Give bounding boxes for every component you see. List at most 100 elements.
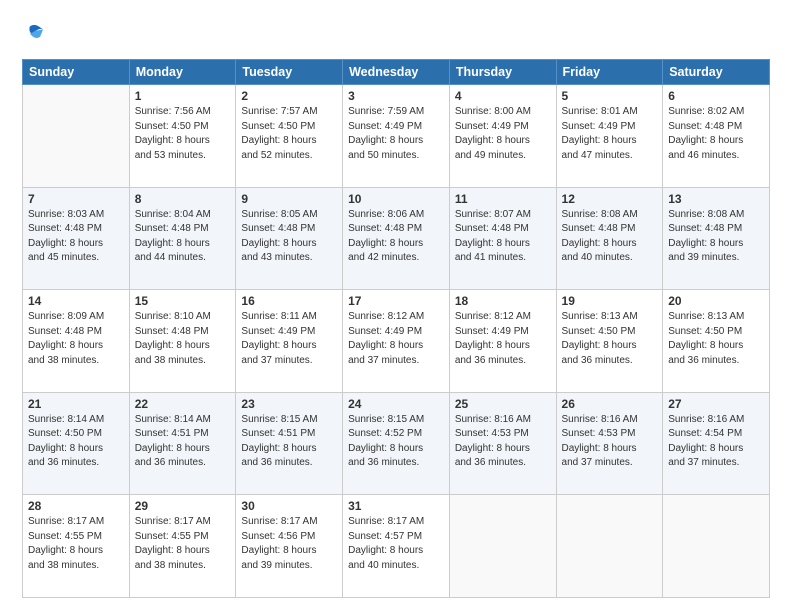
calendar-cell: 7Sunrise: 8:03 AMSunset: 4:48 PMDaylight… [23, 187, 130, 290]
calendar-header-row: SundayMondayTuesdayWednesdayThursdayFrid… [23, 60, 770, 85]
calendar-cell: 4 Sunrise: 8:00 AMSunset: 4:49 PMDaylight… [449, 85, 556, 188]
calendar-cell: 10 Sunrise: 8:06 AMSunset: 4:48 PMDayligh… [343, 187, 450, 290]
day-number: 24 [348, 397, 444, 411]
cell-content: Sunrise: 8:03 AMSunset: 4:48 PMDaylight:… [28, 208, 124, 266]
day-number: 28 [28, 499, 124, 513]
cell-content: Sunrise: 8:15 AMSunset: 4:51 PMDaylight:… [241, 413, 337, 471]
calendar-cell: 24 Sunrise: 8:15 AMSunset: 4:52 PMDayligh… [343, 392, 450, 495]
calendar-week-4: 21 Sunrise: 8:14 AMSunset: 4:50 PMDayligh… [23, 392, 770, 495]
cell-content: Sunrise: 8:12 AMSunset: 4:49 PMDaylight:… [455, 310, 551, 368]
calendar-cell: 15 Sunrise: 8:10 AMSunset: 4:48 PMDayligh… [129, 290, 236, 393]
day-number: 29 [135, 499, 231, 513]
calendar-cell: 6 Sunrise: 8:02 AMSunset: 4:48 PMDaylight… [663, 85, 770, 188]
calendar-week-3: 14Sunrise: 8:09 AMSunset: 4:48 PMDayligh… [23, 290, 770, 393]
day-number: 19 [562, 294, 658, 308]
day-number: 25 [455, 397, 551, 411]
day-number: 31 [348, 499, 444, 513]
cell-content: Sunrise: 7:56 AMSunset: 4:50 PMDaylight:… [135, 105, 231, 163]
calendar-cell: 18 Sunrise: 8:12 AMSunset: 4:49 PMDayligh… [449, 290, 556, 393]
calendar-cell: 31 Sunrise: 8:17 AMSunset: 4:57 PMDayligh… [343, 495, 450, 598]
cell-content: Sunrise: 8:05 AMSunset: 4:48 PMDaylight:… [241, 208, 337, 266]
day-number: 26 [562, 397, 658, 411]
calendar-cell [23, 85, 130, 188]
day-number: 18 [455, 294, 551, 308]
logo [22, 22, 46, 49]
day-number: 8 [135, 192, 231, 206]
cell-content: Sunrise: 8:16 AMSunset: 4:53 PMDaylight:… [562, 413, 658, 471]
calendar-table: SundayMondayTuesdayWednesdayThursdayFrid… [22, 59, 770, 598]
day-number: 17 [348, 294, 444, 308]
day-number: 1 [135, 89, 231, 103]
cell-content: Sunrise: 7:57 AMSunset: 4:50 PMDaylight:… [241, 105, 337, 163]
calendar-cell: 16 Sunrise: 8:11 AMSunset: 4:49 PMDayligh… [236, 290, 343, 393]
cell-content: Sunrise: 8:10 AMSunset: 4:48 PMDaylight:… [135, 310, 231, 368]
calendar-cell: 25Sunrise: 8:16 AMSunset: 4:53 PMDayligh… [449, 392, 556, 495]
cell-content: Sunrise: 8:11 AMSunset: 4:49 PMDaylight:… [241, 310, 337, 368]
cell-content: Sunrise: 8:08 AMSunset: 4:48 PMDaylight:… [668, 208, 764, 266]
cell-content: Sunrise: 8:12 AMSunset: 4:49 PMDaylight:… [348, 310, 444, 368]
calendar-cell: 9 Sunrise: 8:05 AMSunset: 4:48 PMDaylight… [236, 187, 343, 290]
calendar-cell [449, 495, 556, 598]
calendar-cell: 20Sunrise: 8:13 AMSunset: 4:50 PMDayligh… [663, 290, 770, 393]
cell-content: Sunrise: 8:06 AMSunset: 4:48 PMDaylight:… [348, 208, 444, 266]
calendar-cell: 21 Sunrise: 8:14 AMSunset: 4:50 PMDayligh… [23, 392, 130, 495]
calendar-cell: 19 Sunrise: 8:13 AMSunset: 4:50 PMDayligh… [556, 290, 663, 393]
day-number: 9 [241, 192, 337, 206]
day-number: 20 [668, 294, 764, 308]
day-number: 23 [241, 397, 337, 411]
calendar-cell: 27 Sunrise: 8:16 AMSunset: 4:54 PMDayligh… [663, 392, 770, 495]
day-number: 4 [455, 89, 551, 103]
calendar-cell: 12Sunrise: 8:08 AMSunset: 4:48 PMDayligh… [556, 187, 663, 290]
cell-content: Sunrise: 8:15 AMSunset: 4:52 PMDaylight:… [348, 413, 444, 471]
day-number: 10 [348, 192, 444, 206]
day-number: 27 [668, 397, 764, 411]
cell-content: Sunrise: 8:14 AMSunset: 4:51 PMDaylight:… [135, 413, 231, 471]
cell-content: Sunrise: 8:04 AMSunset: 4:48 PMDaylight:… [135, 208, 231, 266]
cell-content: Sunrise: 8:14 AMSunset: 4:50 PMDaylight:… [28, 413, 124, 471]
day-header-sunday: Sunday [23, 60, 130, 85]
cell-content: Sunrise: 8:01 AMSunset: 4:49 PMDaylight:… [562, 105, 658, 163]
cell-content: Sunrise: 8:08 AMSunset: 4:48 PMDaylight:… [562, 208, 658, 266]
day-header-wednesday: Wednesday [343, 60, 450, 85]
day-number: 6 [668, 89, 764, 103]
cell-content: Sunrise: 8:17 AMSunset: 4:57 PMDaylight:… [348, 515, 444, 573]
day-header-monday: Monday [129, 60, 236, 85]
day-header-tuesday: Tuesday [236, 60, 343, 85]
day-number: 30 [241, 499, 337, 513]
day-number: 11 [455, 192, 551, 206]
calendar-week-5: 28 Sunrise: 8:17 AMSunset: 4:55 PMDayligh… [23, 495, 770, 598]
calendar-cell: 17 Sunrise: 8:12 AMSunset: 4:49 PMDayligh… [343, 290, 450, 393]
day-number: 21 [28, 397, 124, 411]
calendar-cell [556, 495, 663, 598]
calendar-cell: 23 Sunrise: 8:15 AMSunset: 4:51 PMDayligh… [236, 392, 343, 495]
cell-content: Sunrise: 8:00 AMSunset: 4:49 PMDaylight:… [455, 105, 551, 163]
day-number: 5 [562, 89, 658, 103]
cell-content: Sunrise: 7:59 AMSunset: 4:49 PMDaylight:… [348, 105, 444, 163]
calendar-cell: 22 Sunrise: 8:14 AMSunset: 4:51 PMDayligh… [129, 392, 236, 495]
calendar-cell: 13 Sunrise: 8:08 AMSunset: 4:48 PMDayligh… [663, 187, 770, 290]
day-number: 13 [668, 192, 764, 206]
day-number: 3 [348, 89, 444, 103]
calendar-cell: 1 Sunrise: 7:56 AMSunset: 4:50 PMDaylight… [129, 85, 236, 188]
cell-content: Sunrise: 8:07 AMSunset: 4:48 PMDaylight:… [455, 208, 551, 266]
cell-content: Sunrise: 8:13 AMSunset: 4:50 PMDaylight:… [562, 310, 658, 368]
calendar-cell: 8 Sunrise: 8:04 AMSunset: 4:48 PMDaylight… [129, 187, 236, 290]
cell-content: Sunrise: 8:17 AMSunset: 4:55 PMDaylight:… [28, 515, 124, 573]
day-number: 2 [241, 89, 337, 103]
calendar-cell: 29 Sunrise: 8:17 AMSunset: 4:55 PMDayligh… [129, 495, 236, 598]
calendar-cell [663, 495, 770, 598]
day-number: 22 [135, 397, 231, 411]
calendar-cell: 30 Sunrise: 8:17 AMSunset: 4:56 PMDayligh… [236, 495, 343, 598]
cell-content: Sunrise: 8:17 AMSunset: 4:55 PMDaylight:… [135, 515, 231, 573]
cell-content: Sunrise: 8:17 AMSunset: 4:56 PMDaylight:… [241, 515, 337, 573]
day-number: 16 [241, 294, 337, 308]
calendar-cell: 26 Sunrise: 8:16 AMSunset: 4:53 PMDayligh… [556, 392, 663, 495]
page: SundayMondayTuesdayWednesdayThursdayFrid… [0, 0, 792, 612]
logo-icon [24, 22, 46, 44]
calendar-week-1: 1 Sunrise: 7:56 AMSunset: 4:50 PMDaylight… [23, 85, 770, 188]
day-header-friday: Friday [556, 60, 663, 85]
cell-content: Sunrise: 8:02 AMSunset: 4:48 PMDaylight:… [668, 105, 764, 163]
cell-content: Sunrise: 8:16 AMSunset: 4:54 PMDaylight:… [668, 413, 764, 471]
day-number: 15 [135, 294, 231, 308]
day-number: 14 [28, 294, 124, 308]
